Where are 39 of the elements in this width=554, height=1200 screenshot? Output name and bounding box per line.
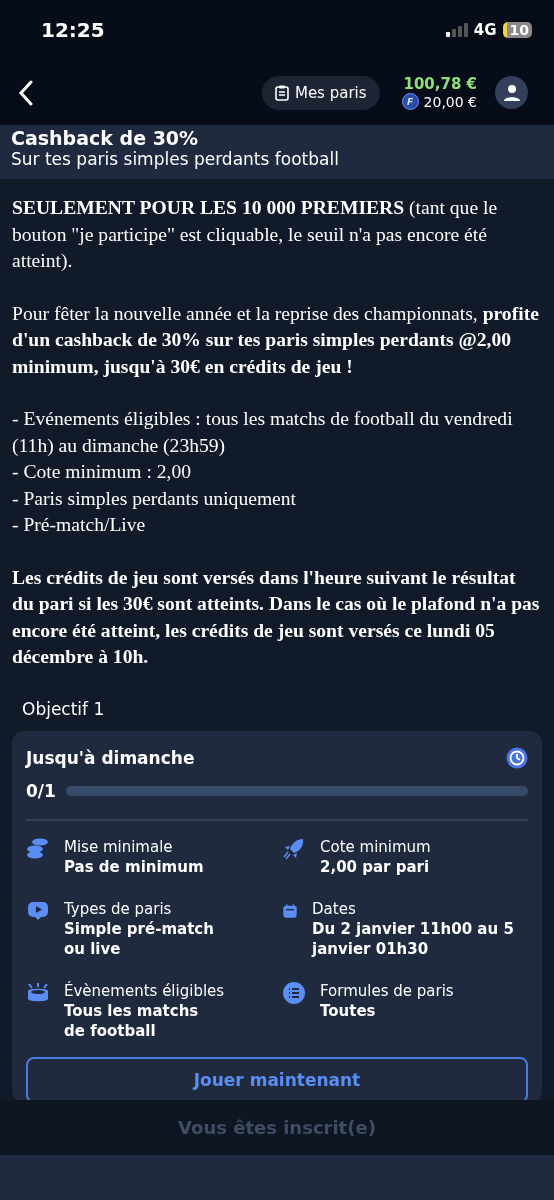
timer-icon (506, 746, 528, 769)
coins-icon (26, 836, 50, 861)
detail-value: 2,00 par pari (320, 856, 431, 877)
detail-value: Du 2 janvier 11h00 au 5 janvier 01h30 (312, 918, 515, 959)
objective-title: Jusqu'à dimanche (26, 747, 195, 768)
network-label: 4G (473, 21, 497, 39)
profile-button[interactable] (495, 76, 528, 109)
detail-label: Cote minimum (320, 836, 431, 857)
objective-label: Objectif 1 (22, 698, 106, 719)
detail-label: Formules de paris (320, 980, 454, 1001)
promo-title: Cashback de 30% (11, 127, 200, 149)
balance-amount: 100,78 € (403, 75, 477, 93)
detail-value: Simple pré-match ou live (64, 918, 214, 959)
condition-line: - Paris simples perdants uniquement (12, 486, 298, 511)
list-icon (282, 980, 306, 1005)
description-paragraph: Pour fêter la nouvelle année et la reprise des championnats, profite d'un cashback de 30% sur tes paris simples perdants @2,00 minimum, jusqu'à 30€ en crédits de jeu ! (12, 301, 540, 379)
condition-line: - Cote minimum : 2,00 (12, 460, 193, 484)
detail-label: Mise minimale (64, 836, 174, 857)
description-paragraph: Les crédits de jeu sont versés dans l'heure suivant le résultat du pari si les 30€ sont atteints. Dans le cas où le plafond n'a pas encore été atteint, les crédits de jeu sont versés ce lundi 05 décembre à 10h. (12, 565, 541, 669)
detail-label: Types de paris (64, 898, 173, 919)
condition-line: - Pré-match/Live (12, 513, 147, 537)
promo-subtitle: Sur tes paris simples perdants football (11, 149, 340, 169)
description-paragraph: SEULEMENT POUR LES 10 000 PREMIERS (tant que le bouton "je participe" est cliquable, le seuil n'a pas encore été atteint). (12, 196, 499, 273)
rocket-icon (282, 836, 306, 861)
detail-label: Évènements éligibles (64, 980, 225, 1001)
freebet-amount: 20,00 € (423, 93, 477, 110)
battery-indicator: 10 (502, 22, 532, 38)
clipboard-icon (274, 84, 289, 101)
detail-value: Toutes (320, 1000, 377, 1021)
my-bets-button[interactable]: Mes paris (261, 75, 380, 110)
status-time: 12:25 (41, 18, 105, 42)
freebet-badge: F (401, 93, 419, 110)
detail-value: Pas de minimum (64, 856, 204, 877)
detail-value: Tous les matchs de football (64, 1000, 200, 1041)
progress-count: 0/1 (26, 780, 56, 801)
detail-label: Dates (312, 898, 357, 919)
condition-line: - Evénements éligibles : tous les matchs de football du vendredi (11h) au dimanche (23h59) (12, 407, 514, 458)
user-icon (502, 83, 521, 102)
signal-icon (445, 23, 468, 37)
